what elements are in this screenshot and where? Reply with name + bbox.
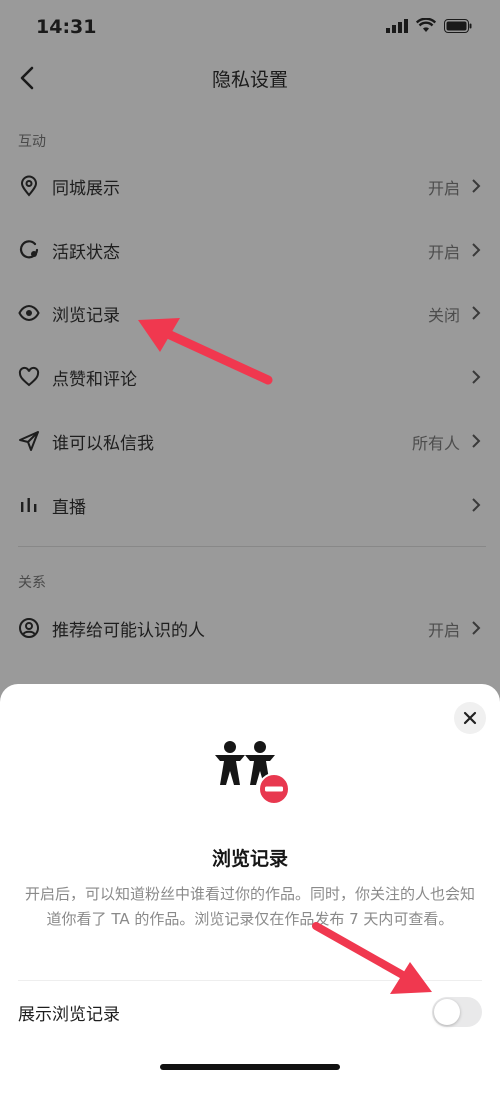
section-label-interaction: 互动 <box>18 134 46 150</box>
bar-chart-icon <box>21 498 37 512</box>
setting-row-direct-message[interactable]: 谁可以私信我 所有人 <box>0 414 500 470</box>
chevron-right-icon <box>472 243 481 257</box>
privacy-settings-screen: 14:31 隐私设置 互动 同城展示 开启 活跃状态 开启 浏览记录 关闭 点赞… <box>0 0 500 1094</box>
setting-value: 关闭 <box>427 306 460 325</box>
setting-value: 开启 <box>427 243 460 262</box>
paper-plane-icon <box>19 431 39 451</box>
user-circle-icon <box>19 618 39 638</box>
signal-icon <box>386 18 408 33</box>
people-remove-icon <box>215 741 290 805</box>
setting-label: 活跃状态 <box>52 243 120 263</box>
section-divider <box>18 546 486 547</box>
heart-icon <box>18 366 40 387</box>
status-time: 14:31 <box>36 16 97 38</box>
setting-row-likes-comments[interactable]: 点赞和评论 <box>0 350 500 406</box>
chevron-right-icon <box>472 370 481 384</box>
status-bar: 14:31 <box>0 0 500 50</box>
chevron-right-icon <box>472 434 481 448</box>
sheet-title: 浏览记录 <box>211 848 288 870</box>
chevron-right-icon <box>472 498 481 512</box>
setting-value: 开启 <box>427 621 460 640</box>
setting-label: 谁可以私信我 <box>52 434 154 454</box>
chevron-right-icon <box>472 306 481 320</box>
status-icons <box>386 18 472 33</box>
section-label-relationship: 关系 <box>18 575 46 591</box>
location-pin-icon <box>20 175 38 197</box>
chevron-right-icon <box>472 621 481 635</box>
setting-row-live[interactable]: 直播 <box>0 478 500 534</box>
wifi-icon <box>416 18 436 32</box>
setting-label: 同城展示 <box>52 179 120 199</box>
setting-label: 推荐给可能认识的人 <box>52 621 205 641</box>
setting-row-view-history[interactable]: 浏览记录 关闭 <box>0 286 500 342</box>
sheet-divider <box>18 980 482 981</box>
setting-label: 浏览记录 <box>52 306 120 326</box>
eye-icon <box>18 304 40 322</box>
toggle-knob <box>434 999 460 1025</box>
home-indicator <box>160 1064 340 1070</box>
sheet-description: 开启后，可以知道粉丝中谁看过你的作品。同时，你关注的人也会知道你看了 TA 的作… <box>24 885 475 928</box>
setting-row-active-status[interactable]: 活跃状态 开启 <box>0 223 500 279</box>
chevron-right-icon <box>472 179 481 193</box>
setting-row-nearby[interactable]: 同城展示 开启 <box>0 159 500 215</box>
active-status-icon <box>19 240 39 259</box>
close-button[interactable] <box>454 702 486 734</box>
battery-icon <box>444 18 472 33</box>
nav-bar: 隐私设置 <box>0 55 500 103</box>
close-icon <box>463 711 477 725</box>
view-history-sheet: 浏览记录 开启后，可以知道粉丝中谁看过你的作品。同时，你关注的人也会知道你看了 … <box>0 684 500 1094</box>
toggle-label: 展示浏览记录 <box>18 1005 120 1025</box>
setting-value: 所有人 <box>411 434 460 453</box>
page-title: 隐私设置 <box>211 69 288 91</box>
setting-label: 点赞和评论 <box>52 370 137 390</box>
setting-row-recommend[interactable]: 推荐给可能认识的人 开启 <box>0 601 500 657</box>
setting-label: 直播 <box>52 498 86 518</box>
show-history-toggle[interactable] <box>432 997 482 1027</box>
setting-value: 开启 <box>427 179 460 198</box>
